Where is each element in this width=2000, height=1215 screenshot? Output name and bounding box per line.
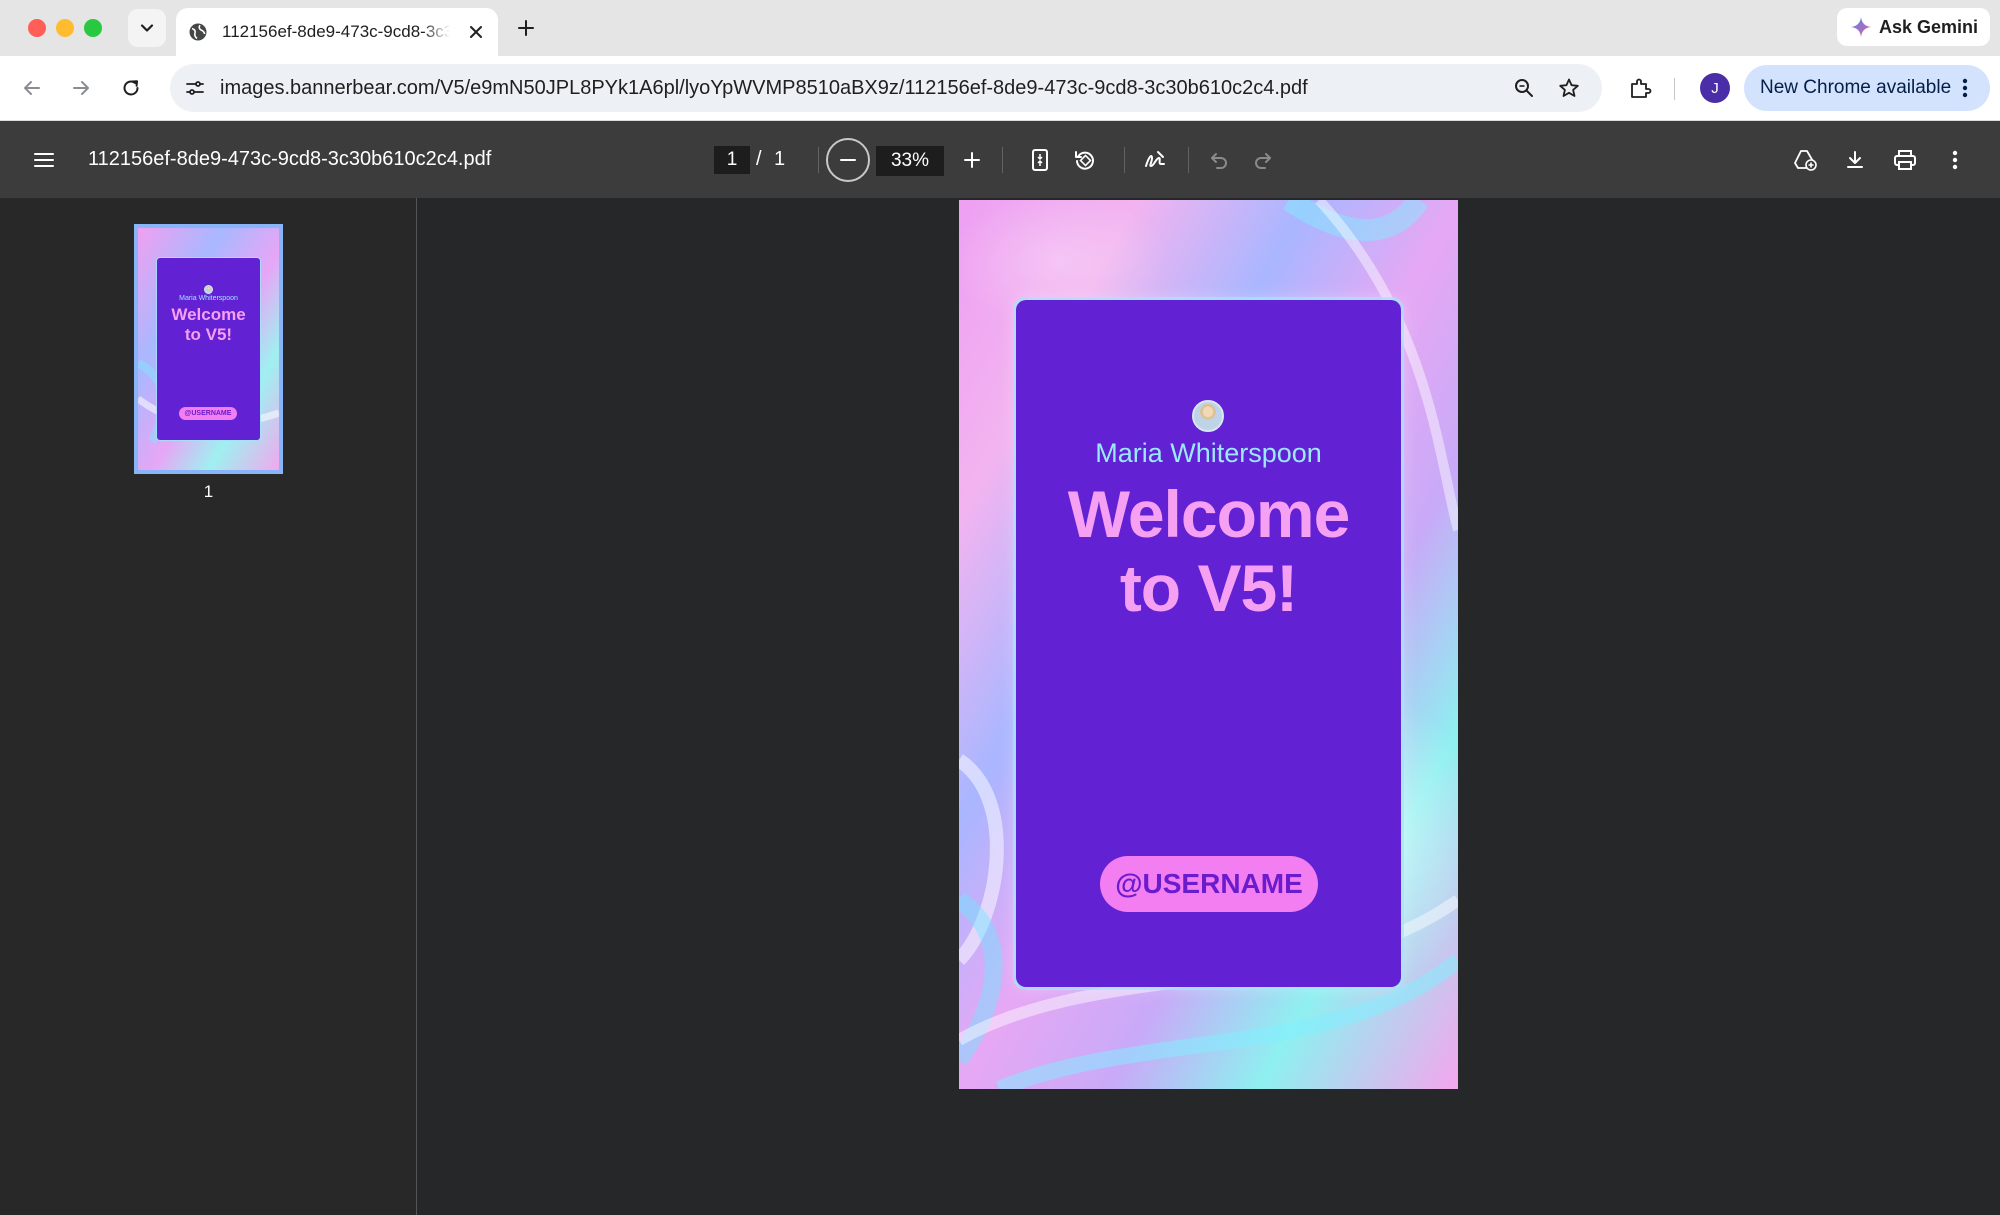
reload-button[interactable] [113,70,149,106]
tab-strip: 112156ef-8de9-473c-9cd8-3c30b610c2c4.pdf… [0,0,2000,56]
pdf-file-name: 112156ef-8de9-473c-9cd8-3c30b610c2c4.pdf [88,148,492,170]
thumbnail-sidebar: Maria Whiterspoon Welcome to V5! @USERNA… [0,198,417,1215]
arrow-right-icon [73,81,89,95]
tune-icon [186,81,204,95]
card-heading-line1: Welcome [1067,477,1351,551]
tab-search-button[interactable] [128,9,166,47]
ask-gemini-label: Ask Gemini [1879,16,1979,37]
ask-gemini-button[interactable]: Ask Gemini [1837,8,1990,46]
globe-icon [189,23,207,41]
window-maximize-button[interactable] [84,19,102,37]
download-button[interactable] [1840,145,1870,175]
new-chrome-available-button[interactable]: New Chrome available [1744,65,1990,111]
url-text[interactable]: images.bannerbear.com/V5/e9mN50JPL8PYk1A… [220,77,1308,100]
toolbar-divider [1002,147,1003,173]
profile-photo [1192,400,1224,432]
plus-icon [518,20,534,36]
draw-annotation-button[interactable] [1140,145,1170,175]
undo-button[interactable] [1204,145,1234,175]
redo-icon [1255,153,1271,169]
address-bar[interactable]: images.bannerbear.com/V5/e9mN50JPL8PYk1A… [170,64,1602,112]
more-vert-icon [1952,150,1958,170]
back-button[interactable] [14,70,50,106]
page-total: 1 [774,148,786,170]
save-to-drive-button[interactable] [1790,145,1820,175]
tab-close-button[interactable] [464,20,488,44]
toolbar-divider [818,147,819,173]
thumbnail-heading-line2: to V5! [184,325,233,344]
browser-toolbar: images.bannerbear.com/V5/e9mN50JPL8PYk1A… [0,56,2000,121]
puzzle-icon [1631,78,1652,98]
thumbnail-avatar [204,285,213,294]
fit-page-button[interactable] [1025,145,1055,175]
plus-icon [964,152,980,168]
rotate-icon [1075,151,1094,170]
welcome-card: Maria Whiterspoon Welcome to V5! @USERNA… [1016,300,1401,987]
reload-icon [123,80,139,96]
toolbar-separator [1674,78,1675,100]
drive-add-icon [1794,150,1817,171]
window-close-button[interactable] [28,19,46,37]
page-number-input[interactable]: 1 [714,146,750,174]
browser-tab[interactable]: 112156ef-8de9-473c-9cd8-3c30b610c2c4.pdf [176,8,498,56]
undo-icon [1211,153,1227,169]
page-thumbnail[interactable]: Maria Whiterspoon Welcome to V5! @USERNA… [134,224,283,474]
card-name: Maria Whiterspoon [1095,438,1322,468]
card-heading-line2: to V5! [1119,551,1298,625]
page-separator: / [756,148,762,170]
thumbnail-card: Maria Whiterspoon Welcome to V5! @USERNA… [157,258,260,440]
zoom-indicator-button[interactable] [1510,74,1538,102]
more-vert-icon [1962,78,1968,98]
new-tab-button[interactable] [510,12,542,44]
menu-icon [34,153,54,167]
sidebar-toggle-button[interactable] [29,145,59,175]
thumbnail-name: Maria Whiterspoon [179,295,238,302]
signature-pen-icon [1145,151,1165,168]
zoom-in-button[interactable] [957,145,987,175]
more-options-button[interactable] [1940,145,1970,175]
window-minimize-button[interactable] [56,19,74,37]
bookmark-button[interactable] [1555,74,1583,102]
download-icon [1847,151,1863,168]
fit-to-page-icon [1032,149,1048,171]
profile-avatar[interactable]: J [1700,73,1730,103]
thumbnail-username: @USERNAME [179,407,237,420]
star-icon [1559,78,1579,97]
forward-button[interactable] [63,70,99,106]
minus-icon [840,159,856,161]
site-info-button[interactable] [178,71,212,105]
username-pill: @USERNAME [1100,856,1318,912]
new-chrome-label: New Chrome available [1760,77,1952,98]
thumbnail-heading-line1: Welcome [171,305,246,324]
magnifier-icon [1515,79,1533,97]
tab-title: 112156ef-8de9-473c-9cd8-3c30b610c2c4.pdf [222,22,450,41]
zoom-out-button[interactable] [826,138,870,182]
arrow-left-icon [24,81,40,95]
chevron-down-icon [140,24,154,32]
toolbar-divider [1124,147,1125,173]
chrome-menu-button[interactable] [1954,77,1976,99]
thumbnail-page-number: 1 [203,482,214,501]
extensions-button[interactable] [1622,70,1658,106]
gemini-sparkle-icon [1851,17,1871,37]
close-icon [470,26,482,38]
redo-button[interactable] [1248,145,1278,175]
pdf-page: Maria Whiterspoon Welcome to V5! @USERNA… [959,200,1458,1089]
printer-icon [1894,150,1916,170]
pdf-toolbar: 112156ef-8de9-473c-9cd8-3c30b610c2c4.pdf… [0,121,2000,198]
rotate-button[interactable] [1070,145,1100,175]
print-button[interactable] [1890,145,1920,175]
toolbar-divider [1188,147,1189,173]
zoom-level-input[interactable]: 33% [876,146,944,176]
